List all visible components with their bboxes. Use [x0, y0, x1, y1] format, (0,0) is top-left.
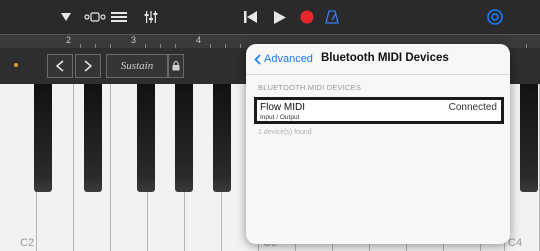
ruler-number: 3 — [131, 35, 137, 45]
settings-icon[interactable] — [486, 9, 504, 25]
piano-key-black[interactable] — [175, 84, 193, 192]
sustain-control[interactable]: Sustain — [106, 54, 168, 78]
popover-title: Bluetooth MIDI Devices — [321, 52, 449, 64]
ruler-number: 4 — [196, 35, 202, 45]
piano-key-black[interactable] — [213, 84, 231, 192]
popover-header: Advanced Bluetooth MIDI Devices — [246, 44, 510, 75]
piano-key-black[interactable] — [84, 84, 102, 192]
piano-key-black[interactable] — [520, 84, 538, 192]
device-type: Input / Output — [260, 114, 300, 121]
record-icon[interactable] — [299, 9, 315, 25]
ruler-number: 2 — [66, 35, 72, 45]
device-row[interactable]: Flow MIDI Input / Output Connected — [254, 97, 504, 124]
back-label: Advanced — [264, 53, 313, 65]
device-count: 1 device(s) found — [258, 129, 312, 136]
indicator-dot — [14, 63, 18, 67]
octave-up-button[interactable] — [75, 54, 101, 78]
metronome-icon[interactable] — [324, 9, 340, 25]
device-status: Connected — [448, 102, 497, 113]
piano-key-black[interactable] — [34, 84, 52, 192]
dropdown-triangle-icon[interactable] — [58, 9, 74, 25]
chevron-left-icon — [254, 53, 261, 65]
octave-down-button[interactable] — [47, 54, 73, 78]
mixer-icon[interactable] — [142, 9, 160, 25]
top-toolbar — [0, 0, 540, 34]
piano-key-black[interactable] — [137, 84, 155, 192]
play-icon[interactable] — [272, 9, 288, 25]
bluetooth-midi-popover: Advanced Bluetooth MIDI Devices BLUETOOT… — [246, 44, 510, 244]
back-button[interactable]: Advanced — [254, 53, 313, 65]
device-name: Flow MIDI — [260, 102, 305, 113]
piano-key-white[interactable] — [0, 84, 37, 251]
section-header: BLUETOOTH MIDI DEVICES — [258, 83, 362, 92]
key-label-c4: C4 — [508, 237, 523, 249]
lock-icon[interactable] — [168, 54, 184, 78]
loop-browser-icon[interactable] — [84, 9, 106, 25]
key-label-c2: C2 — [20, 237, 35, 249]
rewind-icon[interactable] — [243, 9, 259, 25]
tracks-view-icon[interactable] — [110, 9, 128, 25]
